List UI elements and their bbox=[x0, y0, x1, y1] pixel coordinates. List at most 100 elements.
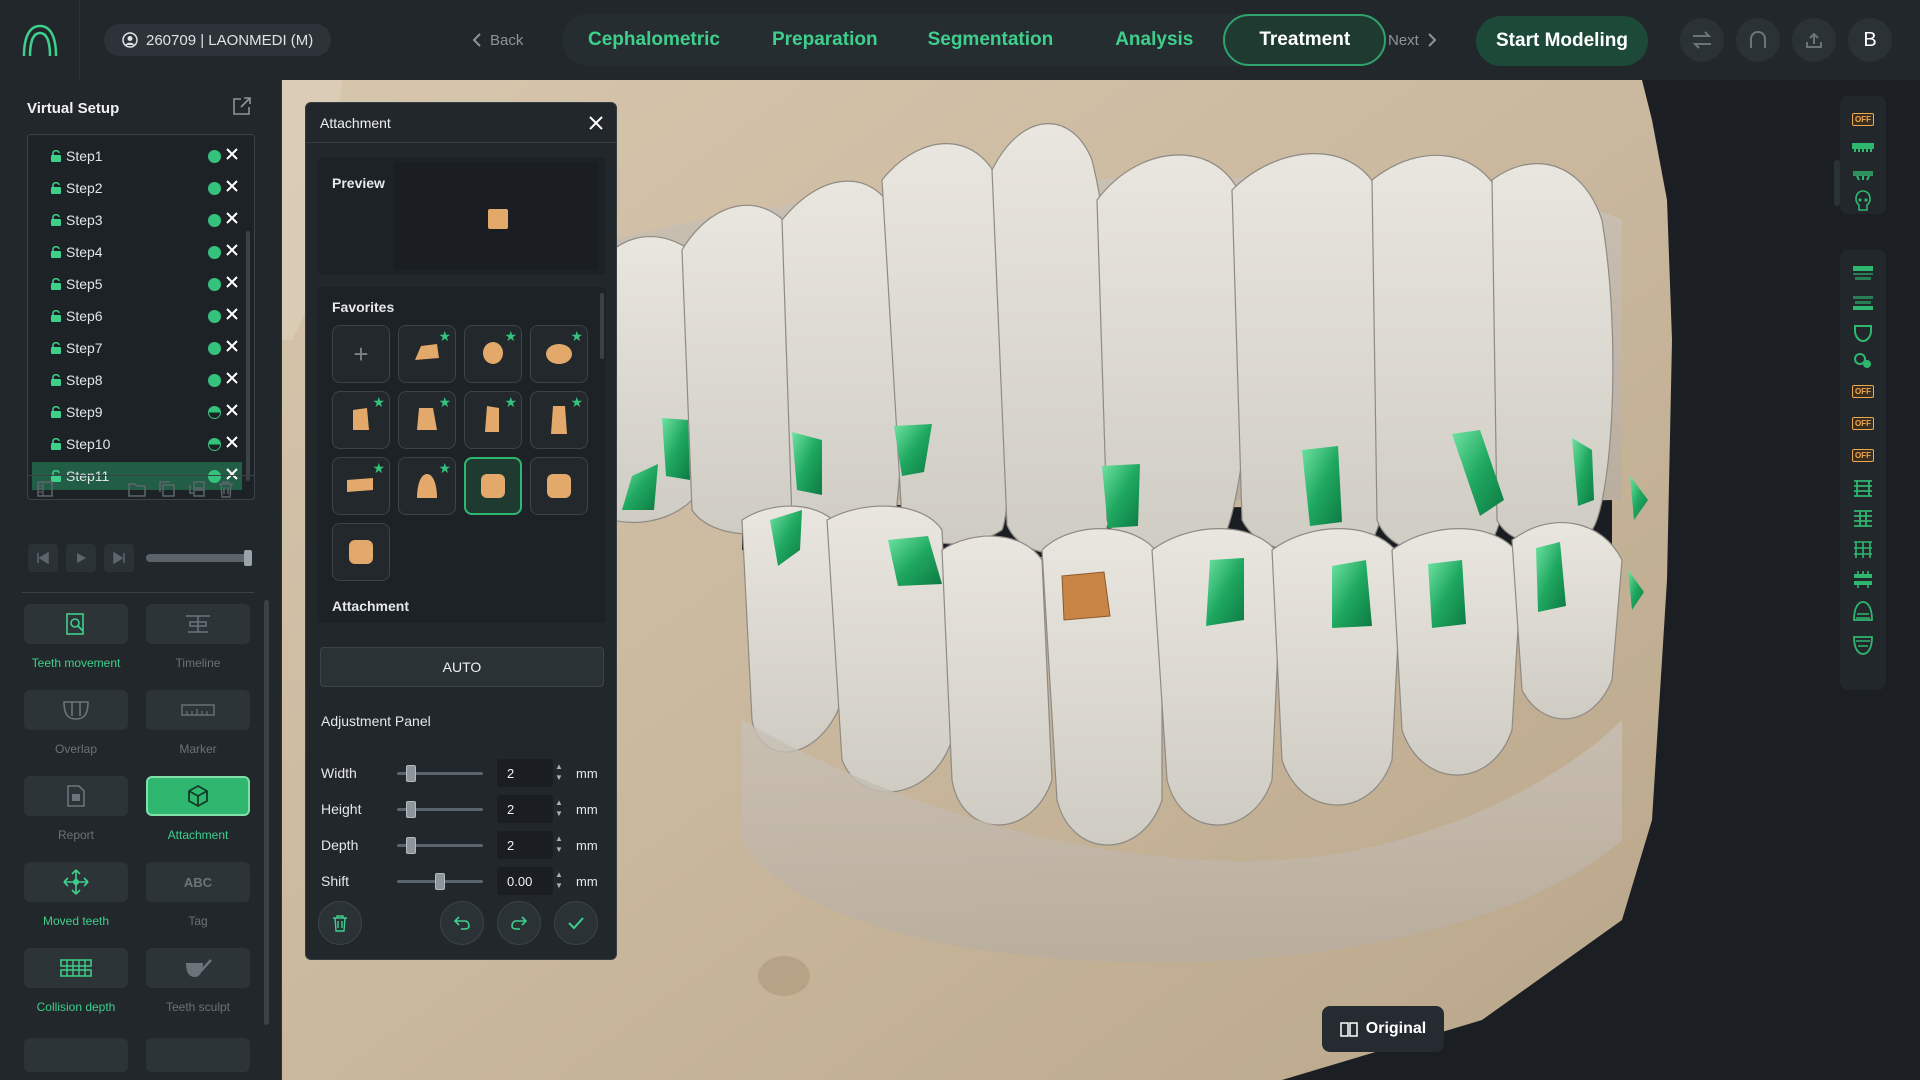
tool-button[interactable] bbox=[146, 948, 250, 988]
step-status-indicator[interactable] bbox=[208, 374, 221, 387]
tool-overlap[interactable]: Overlap bbox=[22, 690, 130, 756]
folder-icon[interactable] bbox=[128, 481, 146, 497]
grid-upper-button[interactable] bbox=[1851, 478, 1875, 500]
redo-button[interactable] bbox=[497, 901, 541, 945]
param-stepper[interactable]: ▲ ▼ bbox=[555, 761, 563, 783]
param-slider-thumb[interactable] bbox=[406, 800, 416, 818]
close-icon[interactable] bbox=[224, 178, 240, 194]
popout-button[interactable] bbox=[232, 96, 252, 121]
tool-marker[interactable]: Marker bbox=[144, 690, 252, 756]
tool-timeline[interactable]: Timeline bbox=[144, 604, 252, 670]
favorite-attachment[interactable]: ★ bbox=[398, 457, 456, 515]
tool-button[interactable] bbox=[24, 776, 128, 816]
close-icon[interactable] bbox=[224, 402, 240, 418]
mesh-button[interactable] bbox=[1851, 538, 1875, 560]
favorite-attachment[interactable] bbox=[464, 457, 522, 515]
play-button[interactable] bbox=[66, 544, 96, 572]
favorite-attachment[interactable]: ★ bbox=[398, 325, 456, 383]
gum-button[interactable] bbox=[1851, 350, 1875, 372]
favorite-attachment[interactable]: ★ bbox=[530, 325, 588, 383]
stepper-down-icon[interactable]: ▼ bbox=[555, 844, 563, 855]
stepper-down-icon[interactable]: ▼ bbox=[555, 808, 563, 819]
param-slider-thumb[interactable] bbox=[406, 764, 416, 782]
param-slider[interactable] bbox=[397, 836, 483, 854]
add-favorite-button[interactable]: + bbox=[332, 325, 390, 383]
unlock-icon[interactable] bbox=[50, 277, 62, 291]
step-row[interactable]: Step5 bbox=[32, 270, 242, 298]
stepper-up-icon[interactable]: ▲ bbox=[555, 833, 563, 844]
tool-button[interactable] bbox=[146, 690, 250, 730]
preview-pane[interactable] bbox=[394, 163, 598, 269]
tool-button[interactable] bbox=[24, 604, 128, 644]
next-step-button[interactable] bbox=[104, 544, 134, 572]
confirm-button[interactable] bbox=[554, 901, 598, 945]
skull-button[interactable] bbox=[1851, 190, 1875, 212]
close-icon[interactable] bbox=[224, 370, 240, 386]
favorite-attachment[interactable]: ★ bbox=[398, 391, 456, 449]
close-icon[interactable] bbox=[224, 242, 240, 258]
grid-lower-button[interactable] bbox=[1851, 508, 1875, 530]
param-value-input[interactable]: 2 bbox=[497, 795, 553, 823]
tool-button[interactable] bbox=[24, 948, 128, 988]
off-toggle-button[interactable]: OFF bbox=[1851, 108, 1875, 130]
star-icon[interactable]: ★ bbox=[504, 328, 517, 345]
step-row[interactable]: Step6 bbox=[32, 302, 242, 330]
stepper-up-icon[interactable]: ▲ bbox=[555, 869, 563, 880]
param-slider[interactable] bbox=[397, 872, 483, 890]
step-status-indicator[interactable] bbox=[208, 438, 221, 451]
favorite-attachment[interactable] bbox=[530, 457, 588, 515]
stage-cephalometric[interactable]: Cephalometric bbox=[562, 14, 746, 66]
step-status-indicator[interactable] bbox=[208, 214, 221, 227]
patient-badge[interactable]: 260709 | LAONMEDI (M) bbox=[104, 24, 332, 56]
favorite-attachment[interactable]: ★ bbox=[530, 391, 588, 449]
star-icon[interactable]: ★ bbox=[372, 460, 385, 477]
close-icon[interactable] bbox=[224, 210, 240, 226]
tool-button[interactable] bbox=[24, 1038, 128, 1072]
delete-attachment-button[interactable] bbox=[318, 901, 362, 945]
step-row[interactable]: Step1 bbox=[32, 142, 242, 170]
step-list-scrollbar[interactable] bbox=[246, 231, 250, 481]
user-avatar[interactable]: B bbox=[1848, 18, 1892, 62]
tool-report[interactable]: Report bbox=[22, 776, 130, 842]
star-icon[interactable]: ★ bbox=[504, 394, 517, 411]
favorite-attachment[interactable]: ★ bbox=[464, 391, 522, 449]
upload-button[interactable] bbox=[1792, 18, 1836, 62]
star-icon[interactable]: ★ bbox=[570, 328, 583, 345]
close-icon[interactable] bbox=[224, 434, 240, 450]
tool-attachment[interactable]: Attachment bbox=[144, 776, 252, 842]
tool-button[interactable] bbox=[146, 1038, 250, 1072]
home-button[interactable] bbox=[1736, 18, 1780, 62]
step-row[interactable]: Step9 bbox=[32, 398, 242, 426]
close-icon[interactable] bbox=[224, 306, 240, 322]
star-icon[interactable]: ★ bbox=[438, 460, 451, 477]
step-row[interactable]: Step2 bbox=[32, 174, 242, 202]
param-stepper[interactable]: ▲ ▼ bbox=[555, 833, 563, 855]
upper-jaw-button[interactable] bbox=[1851, 262, 1875, 284]
stage-preparation[interactable]: Preparation bbox=[746, 14, 904, 66]
step-row[interactable]: Step4 bbox=[32, 238, 242, 266]
param-slider-thumb[interactable] bbox=[406, 836, 416, 854]
star-icon[interactable]: ★ bbox=[372, 394, 385, 411]
off-toggle-button-3[interactable]: OFF bbox=[1851, 412, 1875, 434]
lower-jaw-button[interactable] bbox=[1851, 292, 1875, 314]
step-status-indicator[interactable] bbox=[208, 342, 221, 355]
favorite-attachment[interactable] bbox=[332, 523, 390, 581]
tool-tag[interactable]: ABC Tag bbox=[144, 862, 252, 928]
step-status-indicator[interactable] bbox=[208, 406, 221, 419]
close-icon[interactable] bbox=[224, 146, 240, 162]
tool-teeth-sculpt[interactable]: Teeth sculpt bbox=[144, 948, 252, 1014]
trash-icon[interactable] bbox=[218, 480, 234, 498]
occlusal-button[interactable] bbox=[1851, 568, 1875, 590]
stage-analysis[interactable]: Analysis bbox=[1089, 14, 1223, 66]
copy-icon[interactable] bbox=[158, 480, 176, 498]
tool-teeth-movement[interactable]: Teeth movement bbox=[22, 604, 130, 670]
unlock-icon[interactable] bbox=[50, 437, 62, 451]
step-status-indicator[interactable] bbox=[208, 182, 221, 195]
favorite-attachment[interactable]: ★ bbox=[464, 325, 522, 383]
unlock-icon[interactable] bbox=[50, 149, 62, 163]
stepper-down-icon[interactable]: ▼ bbox=[555, 772, 563, 783]
unlock-icon[interactable] bbox=[50, 245, 62, 259]
step-slider[interactable] bbox=[146, 550, 252, 566]
step-status-indicator[interactable] bbox=[208, 278, 221, 291]
tool-moved-teeth[interactable]: Moved teeth bbox=[22, 862, 130, 928]
